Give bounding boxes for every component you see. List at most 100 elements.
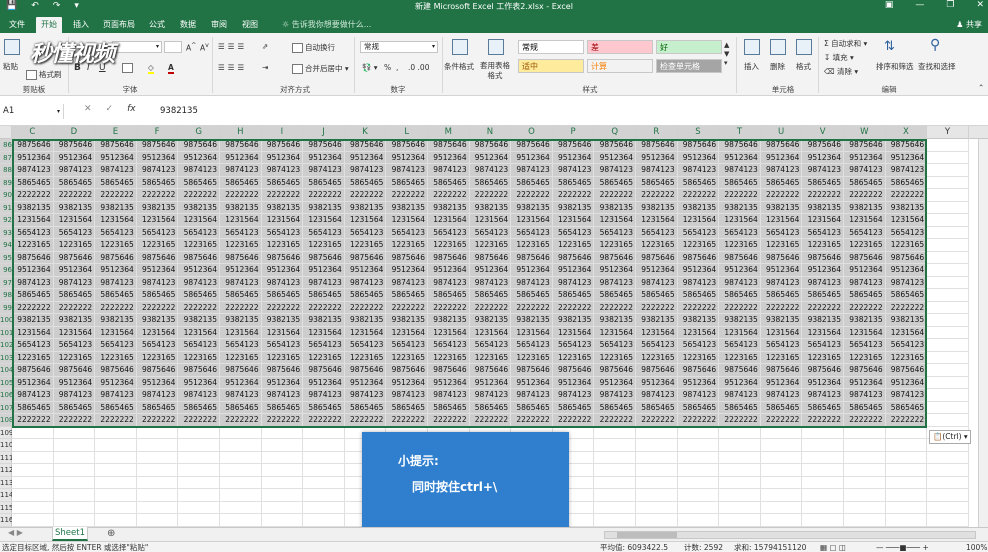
- cell[interactable]: 5865465: [386, 176, 428, 189]
- cell[interactable]: 9875646: [802, 139, 844, 152]
- cell[interactable]: 9382135: [303, 201, 345, 214]
- cell[interactable]: [719, 476, 761, 489]
- cell[interactable]: 9875646: [53, 251, 96, 264]
- cell[interactable]: [136, 514, 179, 527]
- cell[interactable]: [927, 389, 969, 402]
- cell[interactable]: 2222222: [469, 189, 512, 202]
- cell[interactable]: 1231564: [178, 214, 220, 227]
- cell[interactable]: 9874123: [719, 389, 761, 402]
- format-painter-button[interactable]: 格式刷: [26, 69, 62, 80]
- cell[interactable]: 9874123: [760, 164, 803, 177]
- cell[interactable]: 2222222: [344, 301, 387, 314]
- sort-filter-icon[interactable]: ⇅: [884, 39, 900, 55]
- cell[interactable]: [12, 501, 54, 514]
- cell[interactable]: 9512364: [677, 264, 720, 277]
- cell[interactable]: [178, 514, 220, 527]
- cell[interactable]: 9512364: [719, 264, 761, 277]
- cell[interactable]: 9875646: [53, 364, 96, 377]
- cell[interactable]: 1223165: [885, 351, 928, 364]
- cell[interactable]: 9875646: [261, 364, 304, 377]
- cell[interactable]: 2222222: [428, 414, 470, 427]
- cell[interactable]: 9875646: [12, 139, 54, 152]
- cell[interactable]: 2222222: [677, 301, 720, 314]
- cell[interactable]: 5865465: [344, 289, 387, 302]
- cell[interactable]: 9874123: [261, 276, 304, 289]
- row-header[interactable]: 112: [0, 464, 12, 477]
- cell[interactable]: 9875646: [636, 139, 678, 152]
- cell[interactable]: 9874123: [386, 276, 428, 289]
- row-header[interactable]: 101: [0, 326, 12, 339]
- cell[interactable]: 9512364: [552, 376, 595, 389]
- cell[interactable]: 2222222: [760, 414, 803, 427]
- cell[interactable]: 1223165: [220, 239, 262, 252]
- cell[interactable]: 9874123: [802, 164, 844, 177]
- number-format-combo[interactable]: 常规 ▾: [360, 41, 438, 53]
- cell[interactable]: 5865465: [885, 401, 928, 414]
- cell[interactable]: [927, 251, 969, 264]
- cell[interactable]: 5654123: [53, 226, 96, 239]
- cell[interactable]: [719, 464, 761, 477]
- column-header-c[interactable]: C: [12, 126, 54, 139]
- cell[interactable]: [261, 426, 304, 439]
- cell[interactable]: 5865465: [760, 401, 803, 414]
- cell[interactable]: 5865465: [552, 289, 595, 302]
- chevron-down-icon[interactable]: ▾: [57, 104, 60, 119]
- cell[interactable]: 9512364: [12, 264, 54, 277]
- column-header-x[interactable]: X: [885, 126, 928, 139]
- cell[interactable]: [927, 464, 969, 477]
- cell[interactable]: [927, 289, 969, 302]
- orientation-button[interactable]: ⇗: [262, 42, 268, 51]
- cell[interactable]: 5865465: [95, 401, 137, 414]
- cell[interactable]: 5865465: [594, 176, 636, 189]
- cell[interactable]: [760, 489, 803, 502]
- cell[interactable]: [303, 426, 345, 439]
- cell[interactable]: 5654123: [428, 226, 470, 239]
- cell[interactable]: 9382135: [885, 314, 928, 327]
- cell[interactable]: [12, 439, 54, 452]
- cell[interactable]: 2222222: [303, 414, 345, 427]
- cell[interactable]: 1231564: [261, 326, 304, 339]
- cell[interactable]: 9875646: [95, 364, 137, 377]
- cell[interactable]: 5654123: [636, 339, 678, 352]
- cell[interactable]: 5654123: [552, 226, 595, 239]
- cell[interactable]: 5865465: [636, 176, 678, 189]
- cell[interactable]: [927, 164, 969, 177]
- cell[interactable]: 9382135: [95, 314, 137, 327]
- cell[interactable]: 1223165: [428, 351, 470, 364]
- cell[interactable]: 5654123: [261, 226, 304, 239]
- cell[interactable]: 1231564: [719, 326, 761, 339]
- cell[interactable]: [719, 501, 761, 514]
- tab-data[interactable]: 数据: [175, 17, 201, 33]
- cell[interactable]: 5654123: [53, 339, 96, 352]
- cell[interactable]: 9512364: [885, 151, 928, 164]
- cell[interactable]: 1231564: [719, 214, 761, 227]
- cancel-icon[interactable]: ✕: [84, 104, 92, 114]
- percent-button[interactable]: %: [384, 63, 391, 72]
- cell[interactable]: [220, 501, 262, 514]
- cell[interactable]: 2222222: [844, 414, 886, 427]
- cell[interactable]: 5654123: [386, 339, 428, 352]
- cell[interactable]: 1223165: [844, 239, 886, 252]
- cell[interactable]: [303, 439, 345, 452]
- cell[interactable]: 9512364: [885, 376, 928, 389]
- cell[interactable]: 9875646: [220, 139, 262, 152]
- cell[interactable]: 1231564: [511, 326, 553, 339]
- row-header[interactable]: 90: [0, 189, 12, 202]
- cell[interactable]: 1231564: [677, 326, 720, 339]
- cell[interactable]: [927, 489, 969, 502]
- cell[interactable]: 1223165: [760, 351, 803, 364]
- cell[interactable]: 9874123: [594, 389, 636, 402]
- cell[interactable]: 9874123: [178, 389, 220, 402]
- fill-button[interactable]: ↧ 填充 ▾: [824, 52, 854, 63]
- cell[interactable]: [594, 476, 636, 489]
- cell[interactable]: 9875646: [220, 364, 262, 377]
- cell[interactable]: 9512364: [53, 376, 96, 389]
- grow-font-button[interactable]: A^: [186, 42, 196, 53]
- cell[interactable]: 1231564: [12, 326, 54, 339]
- cell[interactable]: 5654123: [844, 339, 886, 352]
- paste-icon[interactable]: [4, 39, 20, 55]
- cell[interactable]: 9875646: [136, 364, 179, 377]
- cell[interactable]: 9382135: [53, 314, 96, 327]
- cell[interactable]: 9874123: [220, 276, 262, 289]
- cell[interactable]: 2222222: [12, 301, 54, 314]
